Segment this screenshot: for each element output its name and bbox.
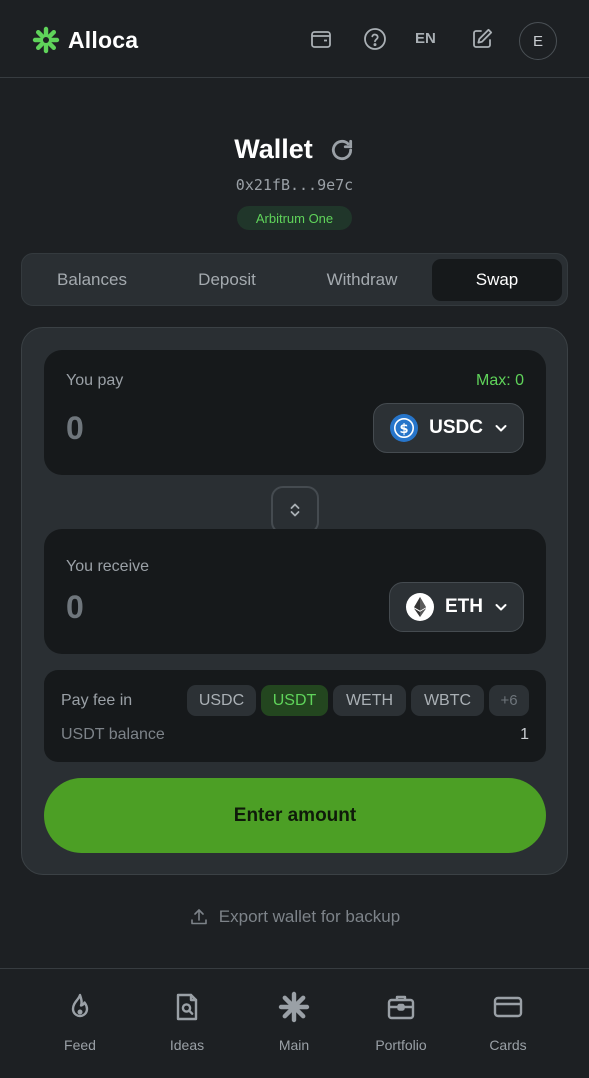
pay-panel: You pay Max: 0 0 $ USDC [44, 350, 546, 475]
ideas-icon [176, 993, 198, 1021]
tab-deposit[interactable]: Deposit [162, 259, 292, 301]
receive-token-selector[interactable]: ETH [389, 582, 524, 632]
page-title: Wallet [234, 134, 313, 164]
fee-balance-value: 1 [520, 726, 529, 743]
brand-logo[interactable]: Alloca [32, 26, 138, 54]
brand-name: Alloca [68, 26, 139, 53]
receive-token-name: ETH [445, 596, 483, 617]
fee-panel: Pay fee in USDC USDT WETH WBTC +6 USDT b… [44, 670, 546, 762]
wallet-address[interactable]: 0x21fB...9e7c [0, 176, 589, 194]
flame-icon [71, 993, 89, 1018]
nav-item-main[interactable]: Main [244, 991, 344, 1053]
help-icon[interactable] [360, 24, 390, 54]
enter-amount-button[interactable]: Enter amount [44, 778, 546, 853]
chevron-down-icon [495, 425, 507, 432]
pay-label: You pay [66, 372, 124, 389]
nav-item-feed[interactable]: Feed [30, 991, 130, 1053]
tab-balances[interactable]: Balances [27, 259, 157, 301]
export-wallet-link[interactable]: Export wallet for backup [0, 907, 589, 927]
fee-option-wbtc[interactable]: WBTC [411, 685, 484, 716]
asterisk-logo-icon [32, 26, 60, 54]
usdc-icon: $ [390, 414, 419, 442]
fee-option-weth[interactable]: WETH [333, 685, 406, 716]
fee-label: Pay fee in [61, 692, 133, 709]
nav-item-cards[interactable]: Cards [458, 991, 558, 1053]
nav-label-main: Main [278, 1037, 310, 1053]
eth-icon [406, 593, 434, 621]
export-label: Export wallet for backup [218, 907, 401, 926]
wallet-tabs: Balances Deposit Withdraw Swap [21, 253, 568, 306]
swap-card: You pay Max: 0 0 $ USDC You receive 0 ET… [21, 327, 568, 875]
nav-label-cards: Cards [489, 1037, 527, 1053]
fee-option-more[interactable]: +6 [489, 685, 529, 716]
nav-label-feed: Feed [64, 1037, 96, 1053]
receive-amount: 0 [66, 589, 84, 625]
top-header: Alloca EN E [0, 0, 589, 78]
refresh-icon[interactable] [329, 137, 355, 163]
nav-item-ideas[interactable]: Ideas [137, 991, 237, 1053]
nav-label-ideas: Ideas [169, 1037, 205, 1053]
pay-token-selector[interactable]: $ USDC [373, 403, 524, 453]
max-button[interactable]: Max: 0 [476, 372, 524, 390]
card-icon [493, 996, 523, 1018]
briefcase-icon [387, 995, 415, 1020]
pay-token-name: USDC [429, 417, 483, 438]
avatar[interactable]: E [519, 22, 557, 60]
receive-label: You receive [66, 558, 150, 575]
app-root: Alloca EN E Wallet 0x21fB...9e7c Arbitru… [0, 0, 589, 1078]
bottom-nav: Feed Ideas Main Portfolio Cards [0, 968, 589, 1078]
asterisk-icon [278, 991, 310, 1023]
pay-amount-input[interactable]: 0 [66, 410, 84, 447]
swap-direction-button[interactable] [271, 486, 319, 534]
fee-balance-label: USDT balance [61, 726, 165, 743]
nav-item-portfolio[interactable]: Portfolio [351, 991, 451, 1053]
fee-option-usdt[interactable]: USDT [261, 685, 328, 716]
wallet-heading: Wallet [0, 134, 589, 165]
nav-label-portfolio: Portfolio [375, 1037, 427, 1053]
receive-panel: You receive 0 ETH [44, 529, 546, 654]
edit-icon[interactable] [467, 24, 497, 54]
network-badge: Arbitrum One [237, 206, 352, 230]
fee-option-usdc[interactable]: USDC [187, 685, 256, 716]
tab-withdraw[interactable]: Withdraw [297, 259, 427, 301]
svg-text:$: $ [400, 422, 409, 437]
chevron-down-icon [495, 604, 507, 611]
wallet-icon[interactable] [306, 24, 336, 54]
language-selector[interactable]: EN [415, 30, 436, 47]
upload-icon [190, 909, 207, 925]
tab-swap[interactable]: Swap [432, 259, 562, 301]
swap-arrows-icon [290, 503, 300, 517]
